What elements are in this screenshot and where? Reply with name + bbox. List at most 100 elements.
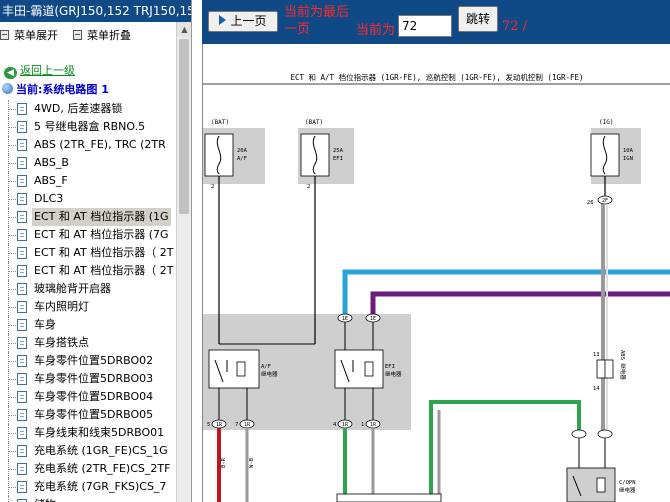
pin-5: 5 bbox=[207, 422, 210, 428]
document-icon bbox=[17, 301, 27, 313]
document-icon bbox=[17, 175, 27, 187]
pin26: 26 bbox=[587, 200, 594, 206]
document-icon bbox=[17, 427, 27, 439]
tree-item-label: DLC3 bbox=[34, 192, 64, 205]
tree-item[interactable]: 车身搭铁点 bbox=[0, 334, 176, 352]
conn-2f-label: 2F bbox=[602, 198, 608, 204]
tree-item[interactable]: ECT 和 AT 档位指示器（ 2T bbox=[0, 262, 176, 280]
document-icon bbox=[17, 157, 27, 169]
conn-1r-a-label: 1R bbox=[216, 422, 223, 428]
menu-expand-button[interactable]: 菜单展开 bbox=[0, 28, 58, 44]
tree-item[interactable]: ABS_B bbox=[0, 154, 176, 172]
tree-item[interactable]: 充电系统 (7GR_FKS)CS_7 bbox=[0, 478, 176, 496]
fuse-ign bbox=[590, 133, 620, 177]
tree-item-label: ECT 和 AT 档位指示器（ 2T bbox=[34, 246, 174, 259]
expand-icon bbox=[0, 30, 9, 40]
prev-page-label: 上一页 bbox=[230, 14, 267, 28]
tree-branch bbox=[8, 145, 16, 146]
page-number-input[interactable] bbox=[398, 15, 452, 37]
tree-branch bbox=[8, 397, 16, 398]
last-page-note: 当前为最后一页 bbox=[284, 5, 350, 37]
tree-item-label: 充电系统 (1GR_FE)CS_1G bbox=[34, 444, 168, 457]
tree-item[interactable]: 玻璃舱背开启器 bbox=[0, 280, 176, 298]
wire-wb-label: W-B bbox=[249, 457, 255, 468]
wire-br-label: B-R bbox=[221, 457, 227, 468]
tree-item[interactable]: 车身线束和线束5DRBO01 bbox=[0, 424, 176, 442]
conn-1e-b-label: 1E bbox=[370, 316, 376, 322]
tree-branch bbox=[8, 217, 16, 218]
tree-item-label: ABS (2TR_FE), TRC (2TR bbox=[34, 138, 166, 151]
document-icon bbox=[17, 247, 27, 259]
tree-item[interactable]: 储物... bbox=[0, 496, 176, 502]
fuse-efi bbox=[300, 133, 330, 177]
wire-purple bbox=[370, 291, 670, 320]
tree-item[interactable]: ECT 和 AT 档位指示器 (7G bbox=[0, 226, 176, 244]
go-button[interactable]: 跳转 bbox=[458, 6, 498, 32]
prev-page-button[interactable]: 上一页 bbox=[208, 11, 278, 32]
bat2-label: (BAT) bbox=[305, 119, 323, 126]
tree-item[interactable]: ABS (2TR_FE), TRC (2TR bbox=[0, 136, 176, 154]
tree-item[interactable]: 车身零件位置5DRBO05 bbox=[0, 406, 176, 424]
relay2-name: EFI bbox=[385, 364, 395, 370]
tree-item[interactable]: 车内照明灯 bbox=[0, 298, 176, 316]
tree-item[interactable]: ECT 和 AT 档位指示器（ 2T bbox=[0, 244, 176, 262]
relay-efi bbox=[334, 349, 384, 389]
tree-branch bbox=[8, 127, 16, 128]
tree-item[interactable]: 5 号继电器盒 RBNO.5 bbox=[0, 118, 176, 136]
document-icon bbox=[17, 463, 27, 475]
tree-item-label: 车身零件位置5DRBO05 bbox=[34, 408, 154, 421]
document-icon bbox=[17, 481, 27, 493]
back-arrow-icon: ◀ bbox=[4, 67, 17, 79]
document-icon bbox=[17, 337, 27, 349]
tree-item-label: 充电系统 (7GR_FKS)CS_7 bbox=[34, 480, 167, 493]
tree-item[interactable]: ABS_F bbox=[0, 172, 176, 190]
tree-item[interactable]: 充电系统 (1GR_FE)CS_1G bbox=[0, 442, 176, 460]
relay-af-coil bbox=[236, 361, 246, 377]
document-icon bbox=[17, 319, 27, 331]
tree-item-label: ABS_B bbox=[34, 156, 69, 169]
scroll-thumb[interactable] bbox=[179, 39, 189, 214]
pin-1: 1 bbox=[361, 422, 364, 428]
fuse2-amp: 25A bbox=[333, 148, 344, 154]
document-icon bbox=[17, 391, 27, 403]
diagram-svg: ECT 和 A/T 档位指示器 (1GR-FE), 巡航控制 (1GR-FE),… bbox=[203, 72, 670, 502]
tree-branch bbox=[8, 181, 16, 182]
tree-branch bbox=[8, 307, 16, 308]
tree-branch bbox=[8, 379, 16, 380]
conn-1r-d-label: 1R bbox=[370, 422, 377, 428]
fuse-af bbox=[204, 133, 234, 177]
document-icon bbox=[17, 139, 27, 151]
wire-green-b bbox=[429, 400, 581, 502]
relay1-sub: 继电器 bbox=[261, 370, 278, 378]
document-icon bbox=[17, 445, 27, 457]
tree-item[interactable]: 4WD, 后差速器锁 bbox=[0, 100, 176, 118]
bat1-label: (BAT) bbox=[211, 119, 229, 126]
tree-branch bbox=[8, 361, 16, 362]
tree-item[interactable]: 车身零件位置5DRBO03 bbox=[0, 370, 176, 388]
tree-branch bbox=[8, 109, 16, 110]
tree-item[interactable]: 车身零件位置5DRBO02 bbox=[0, 352, 176, 370]
document-icon bbox=[17, 283, 27, 295]
relay-efi-coil bbox=[364, 361, 374, 377]
tree-branch bbox=[8, 415, 16, 416]
tree-item[interactable]: DLC3 bbox=[0, 190, 176, 208]
tree-branch bbox=[8, 343, 16, 344]
tree-item-label: ABS_F bbox=[34, 174, 68, 187]
menu-collapse-button[interactable]: 菜单折叠 bbox=[73, 28, 131, 44]
scroll-up-icon[interactable]: ▲ bbox=[177, 22, 191, 37]
conn-1e-a-label: 1E bbox=[342, 316, 348, 322]
menu-expand-label: 菜单展开 bbox=[14, 29, 58, 42]
tree-item[interactable]: 车身零件位置5DRBO04 bbox=[0, 388, 176, 406]
tree-scrollbar[interactable]: ▲ bbox=[176, 22, 191, 502]
tree-item[interactable]: ECT 和 AT 档位指示器 (1G bbox=[0, 208, 176, 226]
document-icon bbox=[17, 265, 27, 277]
relay3-sub: 继电器 bbox=[619, 486, 636, 494]
pin2-b: 2 bbox=[307, 184, 310, 190]
tree-branch bbox=[8, 433, 16, 434]
menu-bar: 菜单展开 菜单折叠 bbox=[0, 22, 176, 50]
tree-item[interactable]: 车身 bbox=[0, 316, 176, 334]
back-link[interactable]: ◀ 返回上一级 bbox=[4, 62, 75, 79]
tree-item[interactable]: 充电系统 (2TR_FE)CS_2TF bbox=[0, 460, 176, 478]
tree-branch bbox=[8, 325, 16, 326]
tree-view: ◀ 返回上一级 当前:系统电路图 1 4WD, 后差速器锁 5 号继电器盒 RBNO… bbox=[0, 54, 176, 502]
